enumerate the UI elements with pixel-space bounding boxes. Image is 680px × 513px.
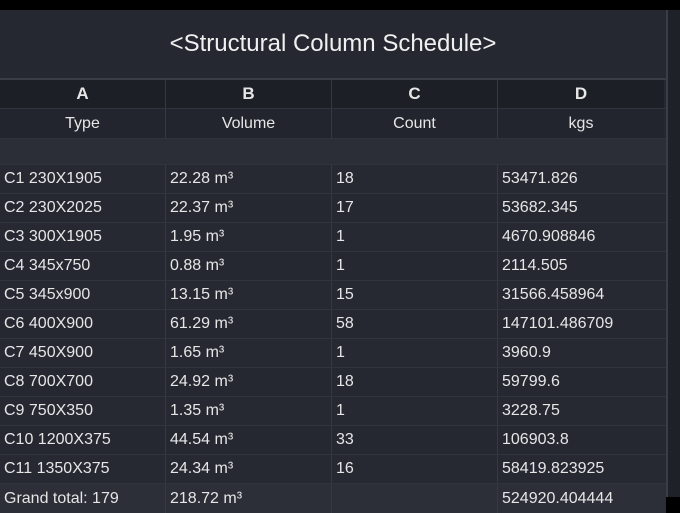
schedule-title: <Structural Column Schedule>: [0, 10, 666, 80]
table-row: C7 450X900 1.65 m³ 1 3960.9: [0, 339, 666, 368]
table-row: C8 700X700 24.92 m³ 18 59799.6: [0, 368, 666, 397]
column-header[interactable]: Volume: [166, 109, 332, 138]
cell-count[interactable]: 18: [332, 368, 498, 396]
cell-count[interactable]: 18: [332, 165, 498, 193]
cell-type[interactable]: C11 1350X375: [0, 455, 166, 483]
cell-volume[interactable]: 61.29 m³: [166, 310, 332, 338]
total-label[interactable]: Grand total: 179: [0, 484, 166, 513]
side-panel-edge: [668, 10, 680, 497]
cell-volume[interactable]: 1.95 m³: [166, 223, 332, 251]
column-letter-row: A B C D: [0, 80, 666, 109]
cell-volume[interactable]: 1.35 m³: [166, 397, 332, 425]
cell-type[interactable]: C9 750X350: [0, 397, 166, 425]
column-header-row: Type Volume Count kgs: [0, 109, 666, 139]
column-header[interactable]: kgs: [498, 109, 664, 138]
cell-count[interactable]: 1: [332, 339, 498, 367]
cell-type[interactable]: C3 300X1905: [0, 223, 166, 251]
cell-type[interactable]: C10 1200X375: [0, 426, 166, 454]
cell-type[interactable]: C4 345x750: [0, 252, 166, 280]
cell-kgs[interactable]: 3228.75: [498, 397, 664, 425]
column-letter[interactable]: B: [166, 80, 332, 108]
blank-row: [0, 139, 666, 165]
table-row: C5 345x900 13.15 m³ 15 31566.458964: [0, 281, 666, 310]
cell-kgs[interactable]: 4670.908846: [498, 223, 664, 251]
column-letter[interactable]: D: [498, 80, 664, 108]
cell-type[interactable]: C7 450X900: [0, 339, 166, 367]
table-row: C6 400X900 61.29 m³ 58 147101.486709: [0, 310, 666, 339]
total-kgs[interactable]: 524920.404444: [498, 484, 664, 513]
cell-kgs[interactable]: 53682.345: [498, 194, 664, 222]
column-letter[interactable]: A: [0, 80, 166, 108]
total-volume[interactable]: 218.72 m³: [166, 484, 332, 513]
cell-count[interactable]: 16: [332, 455, 498, 483]
column-header[interactable]: Type: [0, 109, 166, 138]
cell-volume[interactable]: 0.88 m³: [166, 252, 332, 280]
schedule-table: <Structural Column Schedule> A B C D Typ…: [0, 10, 668, 513]
table-row: C3 300X1905 1.95 m³ 1 4670.908846: [0, 223, 666, 252]
cell-kgs[interactable]: 58419.823925: [498, 455, 664, 483]
grand-total-row: Grand total: 179 218.72 m³ 524920.404444: [0, 484, 666, 513]
table-row: C1 230X1905 22.28 m³ 18 53471.826: [0, 165, 666, 194]
cell-volume[interactable]: 1.65 m³: [166, 339, 332, 367]
cell-kgs[interactable]: 147101.486709: [498, 310, 664, 338]
table-row: C2 230X2025 22.37 m³ 17 53682.345: [0, 194, 666, 223]
table-row: C10 1200X375 44.54 m³ 33 106903.8: [0, 426, 666, 455]
cell-type[interactable]: C6 400X900: [0, 310, 166, 338]
cell-volume[interactable]: 22.37 m³: [166, 194, 332, 222]
cell-kgs[interactable]: 106903.8: [498, 426, 664, 454]
cell-type[interactable]: C5 345x900: [0, 281, 166, 309]
cell-count[interactable]: 15: [332, 281, 498, 309]
table-row: C4 345x750 0.88 m³ 1 2114.505: [0, 252, 666, 281]
cell-volume[interactable]: 22.28 m³: [166, 165, 332, 193]
cell-volume[interactable]: 24.92 m³: [166, 368, 332, 396]
column-letter[interactable]: C: [332, 80, 498, 108]
cell-kgs[interactable]: 2114.505: [498, 252, 664, 280]
cell-kgs[interactable]: 59799.6: [498, 368, 664, 396]
cell-type[interactable]: C2 230X2025: [0, 194, 166, 222]
table-body: C1 230X1905 22.28 m³ 18 53471.826 C2 230X202…: [0, 165, 666, 484]
cell-kgs[interactable]: 53471.826: [498, 165, 664, 193]
cell-volume[interactable]: 24.34 m³: [166, 455, 332, 483]
cell-count[interactable]: 33: [332, 426, 498, 454]
cell-count[interactable]: 58: [332, 310, 498, 338]
cell-volume[interactable]: 44.54 m³: [166, 426, 332, 454]
cell-kgs[interactable]: 31566.458964: [498, 281, 664, 309]
cell-count[interactable]: 17: [332, 194, 498, 222]
cell-count[interactable]: 1: [332, 252, 498, 280]
table-row: C11 1350X375 24.34 m³ 16 58419.823925: [0, 455, 666, 484]
cell-volume[interactable]: 13.15 m³: [166, 281, 332, 309]
cell-type[interactable]: C1 230X1905: [0, 165, 166, 193]
cell-type[interactable]: C8 700X700: [0, 368, 166, 396]
cell-kgs[interactable]: 3960.9: [498, 339, 664, 367]
table-row: C9 750X350 1.35 m³ 1 3228.75: [0, 397, 666, 426]
cell-count[interactable]: 1: [332, 397, 498, 425]
total-count[interactable]: [332, 484, 498, 513]
cell-count[interactable]: 1: [332, 223, 498, 251]
column-header[interactable]: Count: [332, 109, 498, 138]
